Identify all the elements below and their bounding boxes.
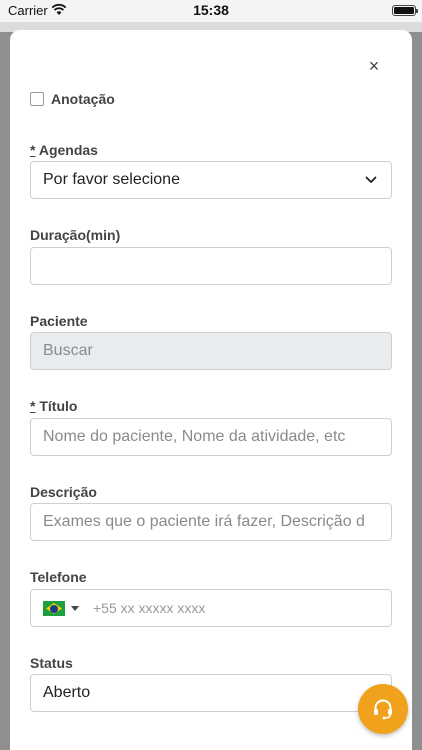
descricao-placeholder: Exames que o paciente irá fazer, Descriç… bbox=[43, 513, 365, 530]
paciente-search-input[interactable]: Buscar bbox=[30, 332, 392, 370]
status-bar: Carrier 15:38 bbox=[0, 0, 422, 22]
duracao-label: Duração(min) bbox=[30, 227, 121, 243]
support-chat-button[interactable] bbox=[358, 684, 408, 734]
brazil-flag-icon[interactable] bbox=[43, 601, 65, 616]
required-mark: * bbox=[30, 142, 36, 158]
status-select-value: Aberto bbox=[43, 684, 91, 701]
close-button[interactable]: × bbox=[364, 56, 384, 76]
required-mark: * bbox=[30, 398, 36, 414]
clock: 15:38 bbox=[193, 2, 229, 18]
country-dropdown-caret-icon[interactable] bbox=[71, 606, 79, 611]
chevron-down-icon bbox=[365, 176, 377, 183]
agendas-select[interactable]: Por favor selecione bbox=[30, 161, 392, 199]
paciente-label: Paciente bbox=[30, 313, 88, 329]
descricao-input[interactable]: Exames que o paciente irá fazer, Descriç… bbox=[30, 503, 392, 541]
headset-icon bbox=[374, 699, 392, 720]
agendas-label: * Agendas bbox=[30, 142, 98, 158]
titulo-input[interactable]: Nome do paciente, Nome da atividade, etc bbox=[30, 418, 392, 456]
annotation-toggle[interactable]: Anotação bbox=[30, 90, 115, 108]
agendas-select-value: Por favor selecione bbox=[43, 171, 180, 188]
paciente-placeholder: Buscar bbox=[43, 342, 93, 359]
descricao-label: Descrição bbox=[30, 484, 97, 500]
telefone-label: Telefone bbox=[30, 569, 87, 585]
annotation-label: Anotação bbox=[51, 91, 115, 107]
status-label: Status bbox=[30, 655, 73, 671]
telefone-input[interactable]: +55 xx xxxxx xxxx bbox=[30, 589, 392, 627]
status-select[interactable]: Aberto bbox=[30, 674, 392, 712]
annotation-checkbox[interactable] bbox=[30, 92, 44, 106]
telefone-placeholder: +55 xx xxxxx xxxx bbox=[93, 600, 206, 616]
titulo-label-text: Título bbox=[39, 398, 78, 414]
duracao-input[interactable] bbox=[30, 247, 392, 285]
titulo-label: * Título bbox=[30, 398, 77, 414]
battery-icon bbox=[392, 5, 418, 16]
agendas-label-text: Agendas bbox=[38, 142, 98, 158]
create-appointment-modal: × Anotação * Agendas Por favor selecione… bbox=[10, 30, 412, 750]
titulo-placeholder: Nome do paciente, Nome da atividade, etc bbox=[43, 428, 346, 445]
